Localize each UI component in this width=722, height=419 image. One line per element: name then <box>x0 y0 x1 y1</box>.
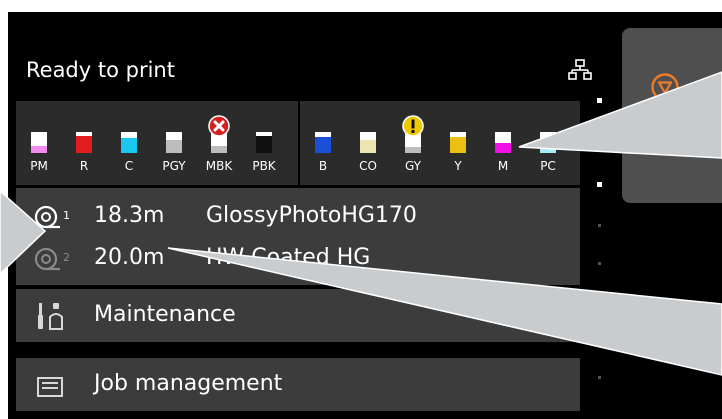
svg-text:1: 1 <box>63 209 70 222</box>
roll-1-row[interactable]: 1 18.3m GlossyPhotoHG170 <box>16 198 580 238</box>
ink-tank-level-indicator <box>31 132 47 153</box>
ink-tank-m: M <box>482 101 524 185</box>
ink-label: C <box>124 159 134 173</box>
ink-tank-pc: PC <box>527 101 569 185</box>
ink-tank-level-indicator <box>256 132 272 153</box>
scroll-indicator-dot <box>597 144 602 149</box>
ink-label: B <box>318 159 328 173</box>
ink-level-fill <box>76 136 92 153</box>
printer-screen-illustration: Ready to print PM R C PGY MBK PBK B CO GY Y M PC <box>0 0 722 419</box>
ink-label: PC <box>540 159 556 173</box>
ink-tank-pbk: PBK <box>243 101 285 185</box>
stop-icon <box>651 73 679 101</box>
ink-level-fill <box>315 137 331 153</box>
scroll-indicator-dot <box>598 300 601 303</box>
ink-tank-mbk: MBK <box>198 101 240 185</box>
ink-level-panel-right[interactable]: B CO GY Y M PC <box>300 101 580 185</box>
ink-tank-level-indicator <box>315 132 331 153</box>
printer-touch-panel: Ready to print PM R C PGY MBK PBK B CO GY Y M PC <box>8 12 722 419</box>
roll-2-length: 20.0m <box>94 245 165 270</box>
ink-tank-y: Y <box>437 101 479 185</box>
ink-tank-co: CO <box>347 101 389 185</box>
ink-tank-c: C <box>108 101 150 185</box>
ink-label: PGY <box>162 159 186 173</box>
ink-tank-level-indicator <box>360 132 376 153</box>
ink-tank-pgy: PGY <box>153 101 195 185</box>
roll-1-icon: 1 <box>34 205 70 229</box>
ink-label: CO <box>359 159 377 173</box>
stop-button-label: Stop <box>640 119 691 144</box>
svg-text:2: 2 <box>63 251 70 264</box>
ink-label: GY <box>404 159 422 173</box>
scroll-indicator-dot <box>598 338 601 341</box>
error-badge-icon <box>208 115 230 137</box>
roll-2-row[interactable]: 2 20.0m HW Coated HG <box>16 240 580 280</box>
ink-level-fill <box>405 146 421 153</box>
ink-level-fill <box>31 145 47 153</box>
ink-level-fill <box>540 142 556 153</box>
ink-label: R <box>79 159 89 173</box>
ink-level-fill <box>121 138 137 153</box>
ink-tank-pm: PM <box>18 101 60 185</box>
ink-tank-level-indicator <box>76 132 92 153</box>
scroll-indicator-dot <box>598 262 601 265</box>
job-management-icon <box>37 377 63 397</box>
ink-level-fill <box>495 142 511 153</box>
ink-tank-b: B <box>302 101 344 185</box>
scroll-indicator-dot <box>598 376 601 379</box>
menu-item-label: Job management <box>94 371 283 396</box>
warning-badge-icon <box>402 115 424 137</box>
ink-level-fill <box>360 140 376 153</box>
roll-2-media-type: HW Coated HG <box>206 245 371 270</box>
ink-level-panel-left[interactable]: PM R C PGY MBK PBK <box>16 101 298 185</box>
ink-label: PBK <box>252 159 276 173</box>
roll-media-panel[interactable]: 1 18.3m GlossyPhotoHG170 2 20.0m HW Coat… <box>16 188 580 285</box>
ink-label: Y <box>454 159 462 173</box>
maintenance-icon <box>38 303 63 330</box>
ink-tank-level-indicator <box>540 132 556 153</box>
ink-level-fill <box>256 136 272 153</box>
network-icon <box>568 59 592 80</box>
ink-tank-level-indicator <box>166 132 182 153</box>
roll-2-icon: 2 <box>34 247 70 271</box>
ink-level-fill <box>450 137 466 153</box>
ink-tank-level-indicator <box>121 132 137 153</box>
stop-button[interactable]: Stop <box>622 28 722 203</box>
ink-level-fill <box>211 145 227 153</box>
ink-label: PM <box>30 159 48 173</box>
scroll-indicator-dot <box>598 224 601 227</box>
scroll-indicator-dot <box>597 98 602 103</box>
ink-tank-level-indicator <box>495 132 511 153</box>
ink-tank-gy: GY <box>392 101 434 185</box>
roll-1-length: 18.3m <box>94 203 165 228</box>
ink-label: M <box>497 159 509 173</box>
ink-tank-r: R <box>63 101 105 185</box>
menu-item-label: Maintenance <box>94 302 236 327</box>
scroll-indicator-dot <box>597 182 602 187</box>
roll-1-media-type: GlossyPhotoHG170 <box>206 203 417 228</box>
ink-tank-level-indicator <box>450 132 466 153</box>
printer-status-text: Ready to print <box>26 58 175 82</box>
menu-item-maintenance[interactable]: Maintenance <box>16 289 580 342</box>
ink-label: MBK <box>205 159 233 173</box>
ink-level-fill <box>166 140 182 153</box>
menu-item-job-management[interactable]: Job management <box>16 358 580 411</box>
